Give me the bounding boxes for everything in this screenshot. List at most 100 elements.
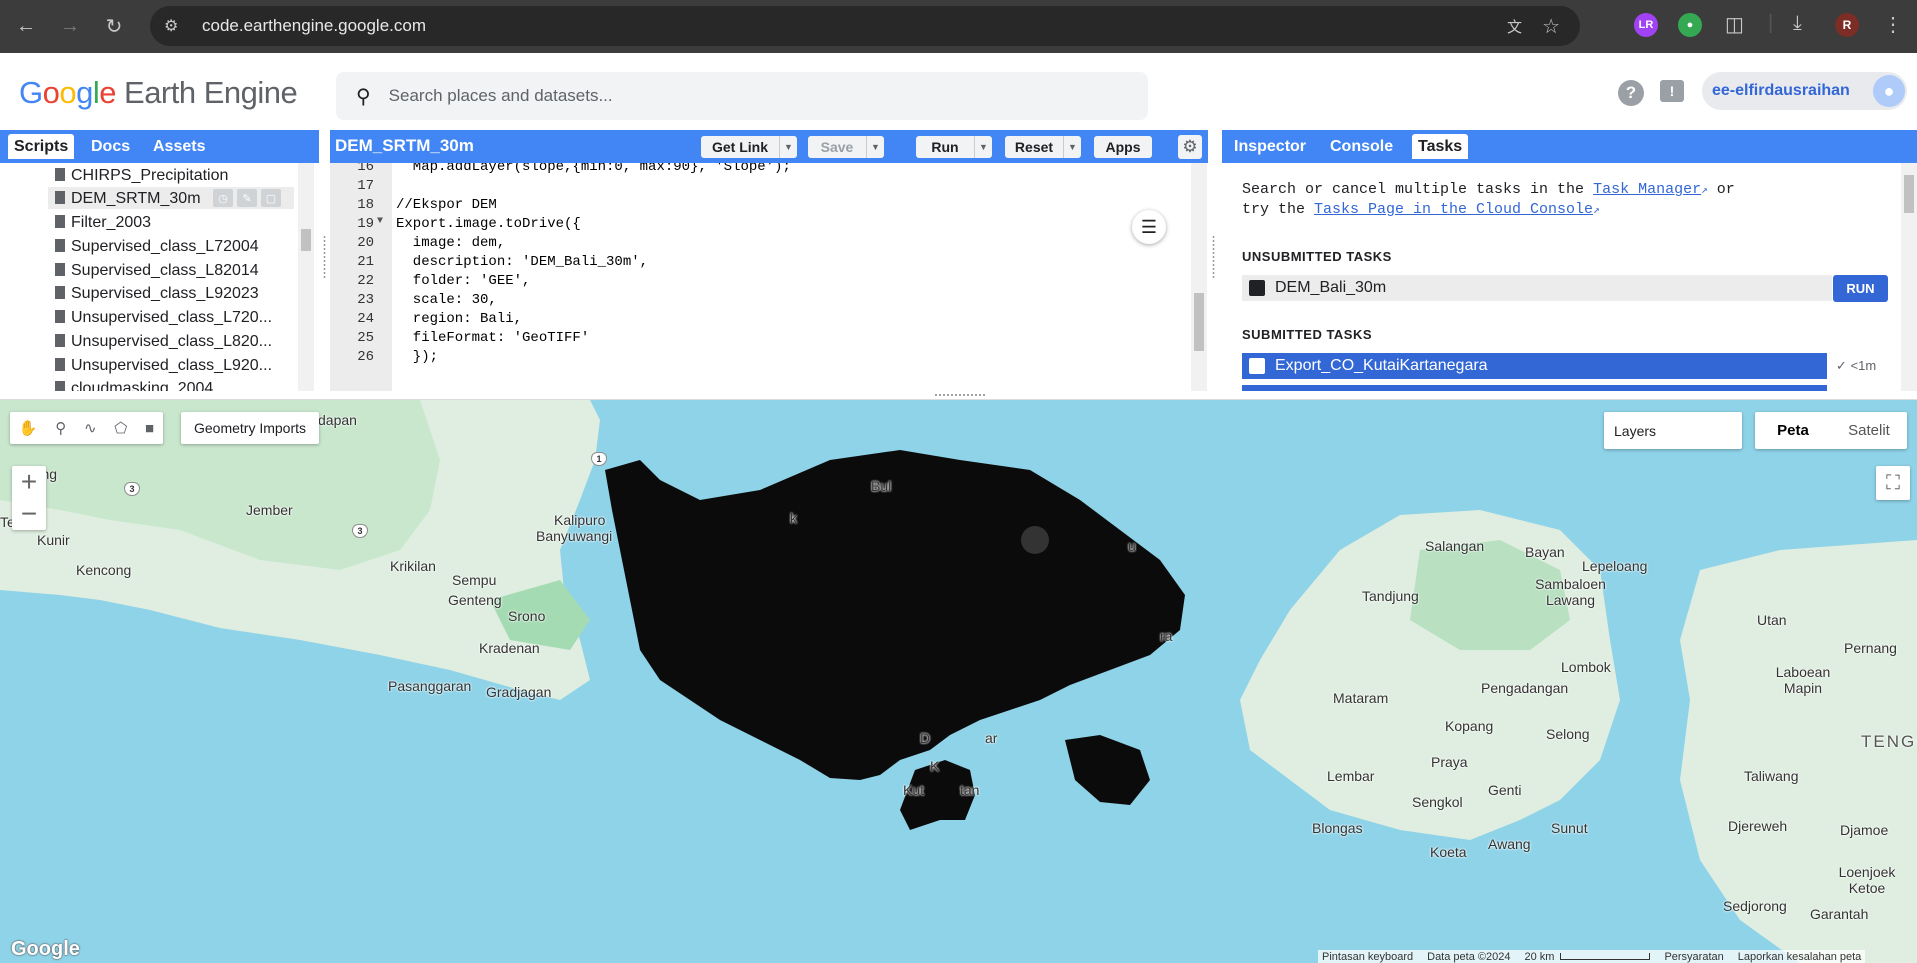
- rectangle-draw-icon[interactable]: ■: [145, 420, 154, 437]
- map-basemap: [0, 400, 1917, 963]
- user-avatar-icon[interactable]: ●: [1873, 75, 1905, 107]
- script-item[interactable]: CHIRPS_Precipitation: [55, 167, 228, 185]
- script-item[interactable]: Supervised_class_L72004: [55, 238, 259, 256]
- back-icon[interactable]: ←: [8, 9, 44, 45]
- unsubmitted-task-row[interactable]: DEM_Bali_30m: [1242, 275, 1832, 301]
- bookmark-star-icon[interactable]: ☆: [1542, 14, 1560, 39]
- google-watermark: Google: [11, 938, 80, 960]
- script-label: Unsupervised_class_L920...: [71, 357, 273, 374]
- tab-inspector[interactable]: Inspector: [1228, 134, 1312, 159]
- fold-arrow-icon[interactable]: ▼: [377, 216, 383, 227]
- address-bar[interactable]: ⚙ code.earthengine.google.com 文 ☆: [150, 6, 1580, 46]
- polygon-draw-icon[interactable]: ⬠: [114, 419, 127, 437]
- zoom-in-icon[interactable]: +: [12, 466, 46, 498]
- reload-icon[interactable]: ↻: [96, 9, 132, 45]
- map-label: Sedjorong: [1723, 898, 1787, 914]
- submitted-task-row[interactable]: Export_CO_KutaiKartanegara: [1242, 353, 1827, 379]
- extension-robot-icon[interactable]: ●: [1678, 13, 1702, 37]
- save-button[interactable]: Save ▼: [808, 136, 884, 158]
- task-manager-link[interactable]: Task Manager: [1593, 181, 1701, 198]
- hand-pan-icon[interactable]: ✋: [19, 419, 38, 437]
- reset-label: Reset: [1014, 139, 1054, 155]
- script-item-selected[interactable]: DEM_SRTM_30m: [55, 190, 201, 208]
- scrollbar-thumb[interactable]: [1904, 175, 1914, 213]
- cloud-console-link[interactable]: Tasks Page in the Cloud Console: [1314, 201, 1593, 218]
- map-type-satellite[interactable]: Satelit: [1831, 412, 1907, 449]
- apps-button[interactable]: Apps: [1094, 136, 1152, 158]
- scripts-scrollbar[interactable]: [298, 163, 314, 391]
- right-splitter[interactable]: [1208, 163, 1219, 391]
- delete-icon[interactable]: ▢: [261, 189, 281, 207]
- translate-icon[interactable]: 文: [1507, 16, 1522, 37]
- task-name: Export_CO_KutaiKartanegara: [1275, 357, 1488, 374]
- keyboard-shortcuts-link[interactable]: Pintasan keyboard: [1322, 951, 1413, 963]
- map-attribution: Pintasan keyboard Data peta ©2024 20 km …: [1318, 950, 1866, 963]
- search-input[interactable]: [388, 86, 1089, 106]
- map-type-map[interactable]: Peta: [1755, 412, 1831, 449]
- left-splitter[interactable]: [319, 163, 330, 391]
- script-item[interactable]: Supervised_class_L82014: [55, 262, 259, 280]
- tab-tasks[interactable]: Tasks: [1412, 134, 1469, 159]
- download-icon[interactable]: ⤓: [1793, 12, 1802, 35]
- profile-avatar[interactable]: R: [1835, 13, 1859, 37]
- tab-assets[interactable]: Assets: [147, 134, 211, 159]
- script-item[interactable]: Unsupervised_class_L720...: [55, 309, 272, 327]
- search-box[interactable]: ⚲: [336, 72, 1148, 120]
- zoom-out-icon[interactable]: −: [12, 498, 46, 530]
- code-text: Export.image.toDrive({: [396, 216, 581, 232]
- report-error-link[interactable]: Laporkan kesalahan peta: [1738, 951, 1862, 963]
- rename-pencil-icon[interactable]: ✎: [237, 189, 257, 207]
- terms-link[interactable]: Persyaratan: [1664, 951, 1723, 963]
- layers-button[interactable]: Layers: [1604, 412, 1742, 449]
- fullscreen-icon[interactable]: ⛶: [1876, 466, 1910, 500]
- script-item[interactable]: Unsupervised_class_L820...: [55, 333, 272, 351]
- editor-scrollbar[interactable]: [1191, 163, 1207, 391]
- line-number: 16: [357, 163, 374, 175]
- code-editor[interactable]: 16 Map.addLayer(slope,{min:0, max:90}, '…: [330, 163, 1208, 391]
- script-item[interactable]: Supervised_class_L92023: [55, 285, 259, 303]
- map-splitter[interactable]: [0, 391, 1917, 400]
- point-marker-icon[interactable]: ⚲: [55, 419, 66, 437]
- script-item[interactable]: Unsupervised_class_L920...: [55, 357, 272, 375]
- account-chip[interactable]: ee-elfirdausraihan ●: [1702, 72, 1907, 110]
- geometry-imports-button[interactable]: Geometry Imports: [181, 412, 319, 444]
- script-outline-icon[interactable]: ☰: [1132, 210, 1166, 244]
- file-icon: [55, 381, 65, 391]
- script-item[interactable]: cloudmasking_2004: [55, 380, 213, 391]
- browser-menu-icon[interactable]: ⋮: [1883, 12, 1903, 37]
- help-icon[interactable]: ?: [1618, 80, 1644, 106]
- history-icon[interactable]: ◷: [213, 189, 233, 207]
- left-panel-tabs: Scripts Docs Assets: [0, 130, 319, 163]
- map-label: Gradjagan: [486, 684, 552, 700]
- feedback-icon[interactable]: !: [1660, 80, 1684, 102]
- line-draw-icon[interactable]: ∿: [84, 419, 97, 437]
- task-run-button[interactable]: RUN: [1833, 275, 1888, 302]
- script-item[interactable]: Filter_2003: [55, 214, 151, 232]
- extension-icon[interactable]: LR: [1634, 13, 1658, 37]
- run-button[interactable]: Run ▼: [916, 136, 992, 158]
- site-settings-icon[interactable]: ⚙: [164, 16, 186, 36]
- editor-toolbar: DEM_SRTM_30m Get Link ▼ Save ▼ Run ▼ Reset ▼…: [330, 130, 1208, 163]
- chevron-down-icon[interactable]: ▼: [866, 136, 884, 158]
- tab-console[interactable]: Console: [1324, 134, 1399, 159]
- map-label: Srono: [508, 608, 546, 624]
- tasks-scrollbar[interactable]: [1901, 163, 1917, 391]
- chevron-down-icon[interactable]: ▼: [974, 136, 992, 158]
- scrollbar-thumb[interactable]: [1194, 293, 1204, 351]
- map-label: ar: [985, 730, 998, 746]
- extensions-puzzle-icon[interactable]: ◫: [1725, 12, 1744, 37]
- map-canvas[interactable]: dapan hajang Jember Te Kunir Kencong Kri…: [0, 400, 1917, 963]
- earth-engine-logo[interactable]: Google Earth Engine: [19, 75, 298, 111]
- map-label: Krikilan: [390, 558, 436, 574]
- get-link-button[interactable]: Get Link ▼: [701, 136, 797, 158]
- tab-scripts[interactable]: Scripts: [8, 134, 75, 159]
- forward-icon[interactable]: →: [52, 9, 88, 45]
- scrollbar-thumb[interactable]: [301, 229, 311, 251]
- reset-button[interactable]: Reset ▼: [1005, 136, 1081, 158]
- chevron-down-icon[interactable]: ▼: [779, 136, 797, 158]
- map-label: Sengkol: [1412, 794, 1463, 810]
- code-line: 21 description: 'DEM_Bali_30m',: [330, 254, 1190, 273]
- tab-docs[interactable]: Docs: [85, 134, 136, 159]
- settings-gear-icon[interactable]: ⚙: [1178, 135, 1202, 159]
- chevron-down-icon[interactable]: ▼: [1063, 136, 1081, 158]
